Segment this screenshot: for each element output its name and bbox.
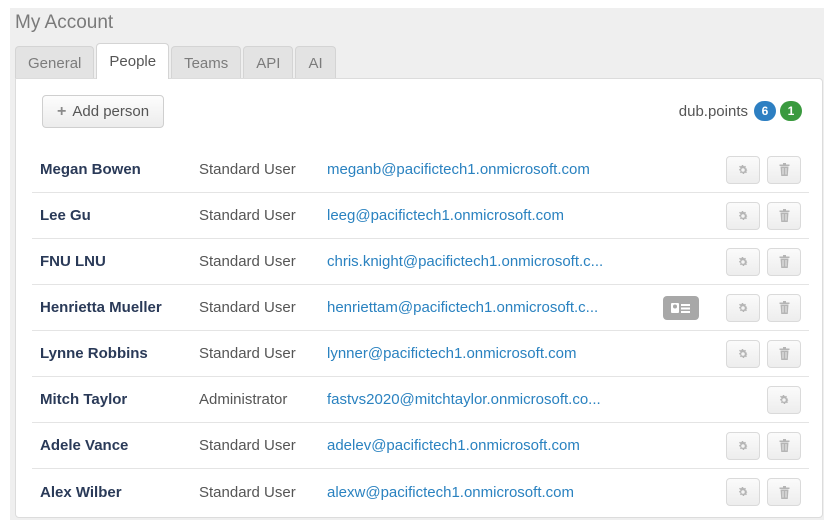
gear-icon[interactable] [767,385,801,414]
person-role: Standard User [199,483,296,501]
tab-api[interactable]: API [243,46,294,79]
table-row: Mitch Taylor Administrator fastvs2020@mitc… [32,377,809,423]
table-row: FNU LNU Standard User chris.knight@pacific… [32,239,809,285]
plus-icon: + [57,103,67,120]
gear-icon[interactable] [726,293,760,322]
person-name[interactable]: Adele Vance [40,437,128,454]
gear-icon[interactable] [726,201,760,230]
dub-points: dub.points 6 1 [679,101,802,121]
person-email[interactable]: chris.knight@pacifictech1.onmicrosoft.c.… [327,253,603,270]
person-name[interactable]: Henrietta Mueller [40,299,162,316]
gear-icon[interactable] [726,478,760,506]
points-badge-blue: 6 [754,101,776,121]
contact-card-icon[interactable] [663,295,699,320]
trash-icon[interactable] [767,478,801,506]
tab-general[interactable]: General [15,46,95,79]
person-role: Standard User [199,207,296,224]
person-role: Standard User [199,253,296,270]
add-person-button[interactable]: + Add person [42,95,165,128]
person-name[interactable]: Lee Gu [40,207,91,224]
tab-teams[interactable]: Teams [171,46,242,79]
person-name[interactable]: Megan Bowen [40,161,141,178]
gear-icon[interactable] [726,155,760,184]
person-name[interactable]: Alex Wilber [40,484,122,501]
table-row: Lee Gu Standard User leeg@pacifictech1.onm… [32,193,809,239]
person-email[interactable]: henriettam@pacifictech1.onmicrosoft.c... [327,299,598,316]
table-row: Henrietta Mueller Standard User henriettam… [32,285,809,331]
person-name[interactable]: FNU LNU [40,253,106,270]
trash-icon[interactable] [767,155,801,184]
person-email[interactable]: alexw@pacifictech1.onmicrosoft.com [327,484,574,501]
gear-icon[interactable] [726,431,760,460]
person-role: Administrator [199,391,288,408]
trash-icon[interactable] [767,247,801,276]
person-email[interactable]: lynner@pacifictech1.onmicrosoft.com [327,345,577,362]
gear-icon[interactable] [726,339,760,368]
gear-icon[interactable] [726,247,760,276]
trash-icon[interactable] [767,201,801,230]
trash-icon[interactable] [767,431,801,460]
person-email[interactable]: fastvs2020@mitchtaylor.onmicrosoft.co... [327,391,601,408]
table-row: Adele Vance Standard User adelev@pacificte… [32,423,809,469]
points-badge-green: 1 [780,101,802,121]
person-role: Standard User [199,345,296,362]
tab-bar: General People Teams API AI [15,43,338,79]
table-row: Megan Bowen Standard User meganb@pacificte… [32,147,809,193]
table-row: Lynne Robbins Standard User lynner@pacific… [32,331,809,377]
page-title: My Account [15,12,114,33]
person-role: Standard User [199,161,296,178]
trash-icon[interactable] [767,339,801,368]
tab-ai[interactable]: AI [295,46,336,79]
person-name[interactable]: Mitch Taylor [40,391,127,408]
add-person-label: Add person [72,103,150,120]
dub-points-label: dub.points [678,102,748,120]
person-role: Standard User [199,299,296,316]
person-email[interactable]: adelev@pacifictech1.onmicrosoft.com [327,437,580,454]
person-email[interactable]: meganb@pacifictech1.onmicrosoft.com [327,161,590,178]
people-panel: + Add person dub.points 6 1 Megan Bowen S… [15,78,823,518]
account-container: My Account General People Teams API AI +… [10,8,824,520]
person-role: Standard User [199,437,296,454]
trash-icon[interactable] [767,293,801,322]
people-table: Megan Bowen Standard User meganb@pacificte… [32,147,809,515]
person-name[interactable]: Lynne Robbins [40,345,148,362]
tab-people[interactable]: People [96,43,170,79]
table-row: Alex Wilber Standard User alexw@pacifictec… [32,469,809,515]
person-email[interactable]: leeg@pacifictech1.onmicrosoft.com [327,207,564,224]
